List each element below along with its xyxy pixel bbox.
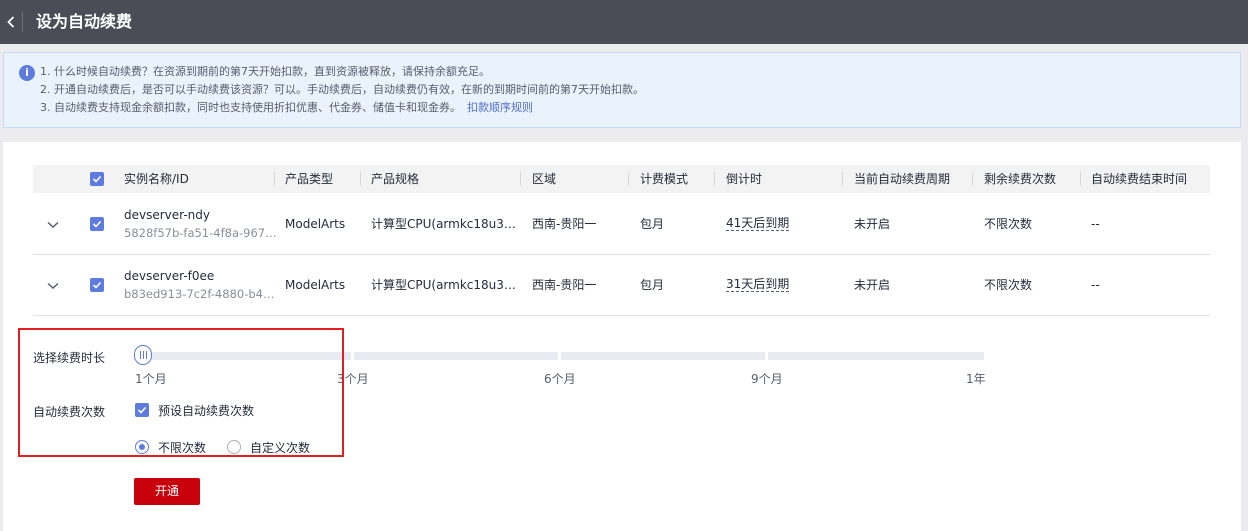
duration-tick[interactable]: 1个月 <box>135 370 167 387</box>
renewal-count-label: 自动续费次数 <box>33 405 106 419</box>
remaining-count: 不限次数 <box>984 278 1033 292</box>
instance-name: devserver-f0ee <box>124 269 215 283</box>
slider-track-segment[interactable] <box>768 352 984 360</box>
preset-count-label[interactable]: 预设自动续费次数 <box>158 402 254 419</box>
column-divider <box>360 172 361 186</box>
notice-line-3-text: 3. 自动续费支持现金余额扣款，同时也支持使用折扣优惠、代金券、储值卡和现金券。 <box>40 101 461 114</box>
column-header-end: 自动续费结束时间 <box>1091 172 1188 186</box>
instance-id: b83ed913-7c2f-4880-b4… <box>124 287 275 301</box>
notice-line-3: 3. 自动续费支持现金余额扣款，同时也支持使用折扣优惠、代金券、储值卡和现金券。… <box>40 101 533 115</box>
row-checkbox[interactable] <box>90 217 104 231</box>
instance-name: devserver-ndy <box>124 208 210 222</box>
duration-tick[interactable]: 6个月 <box>544 370 576 387</box>
duration-label: 选择续费时长 <box>33 351 106 365</box>
radio-custom-label[interactable]: 自定义次数 <box>250 439 310 456</box>
slider-track-segment[interactable] <box>354 352 558 360</box>
countdown-link[interactable]: 31天后到期 <box>726 277 790 292</box>
column-header-spec: 产品规格 <box>371 172 420 186</box>
column-header-period: 当前自动续费周期 <box>854 172 951 186</box>
end-time: -- <box>1091 278 1100 292</box>
radio-unlimited-label[interactable]: 不限次数 <box>158 439 206 456</box>
page-title: 设为自动续费 <box>36 12 133 31</box>
column-divider <box>842 172 843 186</box>
region: 西南-贵阳一 <box>532 278 597 292</box>
product-type: ModelArts <box>285 217 346 231</box>
column-header-type: 产品类型 <box>285 172 334 186</box>
instance-id: 5828f57b-fa51-4f8a-967… <box>124 226 277 240</box>
row-checkbox[interactable] <box>90 278 104 292</box>
duration-tick[interactable]: 9个月 <box>751 370 783 387</box>
slider-track-segment[interactable] <box>143 352 351 360</box>
column-header-countdown: 倒计时 <box>726 172 763 186</box>
column-divider <box>274 172 275 186</box>
main-panel <box>3 142 1241 531</box>
top-bar: 设为自动续费 <box>0 0 1248 44</box>
column-divider <box>520 172 521 186</box>
duration-tick[interactable]: 3个月 <box>337 370 369 387</box>
column-header-region: 区域 <box>532 172 557 186</box>
row-divider <box>33 315 1210 316</box>
preset-count-checkbox[interactable] <box>135 403 149 417</box>
notice-line-2: 2. 开通自动续费后，是否可以手动续费该资源？可以。手动续费后，自动续费仍有效，… <box>40 83 644 96</box>
deduction-order-link[interactable]: 扣款顺序规则 <box>467 101 533 114</box>
radio-custom[interactable] <box>227 440 241 454</box>
info-notice: i 1. 什么时候自动续费？在资源到期前的第7天开始扣款，直到资源被释放，请保持… <box>3 52 1241 128</box>
billing-mode: 包月 <box>640 217 665 231</box>
slider-track-segment[interactable] <box>561 352 765 360</box>
notice-line-1: 1. 什么时候自动续费？在资源到期前的第7天开始扣款，直到资源被释放，请保持余额… <box>40 65 490 78</box>
remaining-count: 不限次数 <box>984 217 1033 231</box>
column-header-name: 实例名称/ID <box>124 172 189 186</box>
column-header-billing: 计费模式 <box>640 172 689 186</box>
info-icon: i <box>19 65 35 81</box>
column-divider <box>628 172 629 186</box>
product-spec: 计算型CPU(armkc18u3… <box>371 217 516 231</box>
duration-tick[interactable]: 1年 <box>966 370 986 387</box>
back-arrow-icon[interactable] <box>0 0 22 44</box>
row-expand-chevron-icon[interactable] <box>46 219 60 229</box>
renewal-period: 未开启 <box>854 217 891 231</box>
select-all-checkbox[interactable] <box>90 172 104 186</box>
enable-button[interactable]: 开通 <box>134 478 200 505</box>
row-divider <box>33 254 1210 255</box>
product-type: ModelArts <box>285 278 346 292</box>
header-divider <box>22 12 23 32</box>
row-expand-chevron-icon[interactable] <box>46 280 60 290</box>
countdown-link[interactable]: 41天后到期 <box>726 216 790 231</box>
duration-slider-handle[interactable] <box>134 345 152 365</box>
column-header-remaining: 剩余续费次数 <box>984 172 1057 186</box>
end-time: -- <box>1091 217 1100 231</box>
radio-unlimited[interactable] <box>135 440 149 454</box>
column-divider <box>714 172 715 186</box>
column-divider <box>1080 172 1081 186</box>
product-spec: 计算型CPU(armkc18u3… <box>371 278 516 292</box>
region: 西南-贵阳一 <box>532 217 597 231</box>
billing-mode: 包月 <box>640 278 665 292</box>
renewal-period: 未开启 <box>854 278 891 292</box>
column-divider <box>972 172 973 186</box>
